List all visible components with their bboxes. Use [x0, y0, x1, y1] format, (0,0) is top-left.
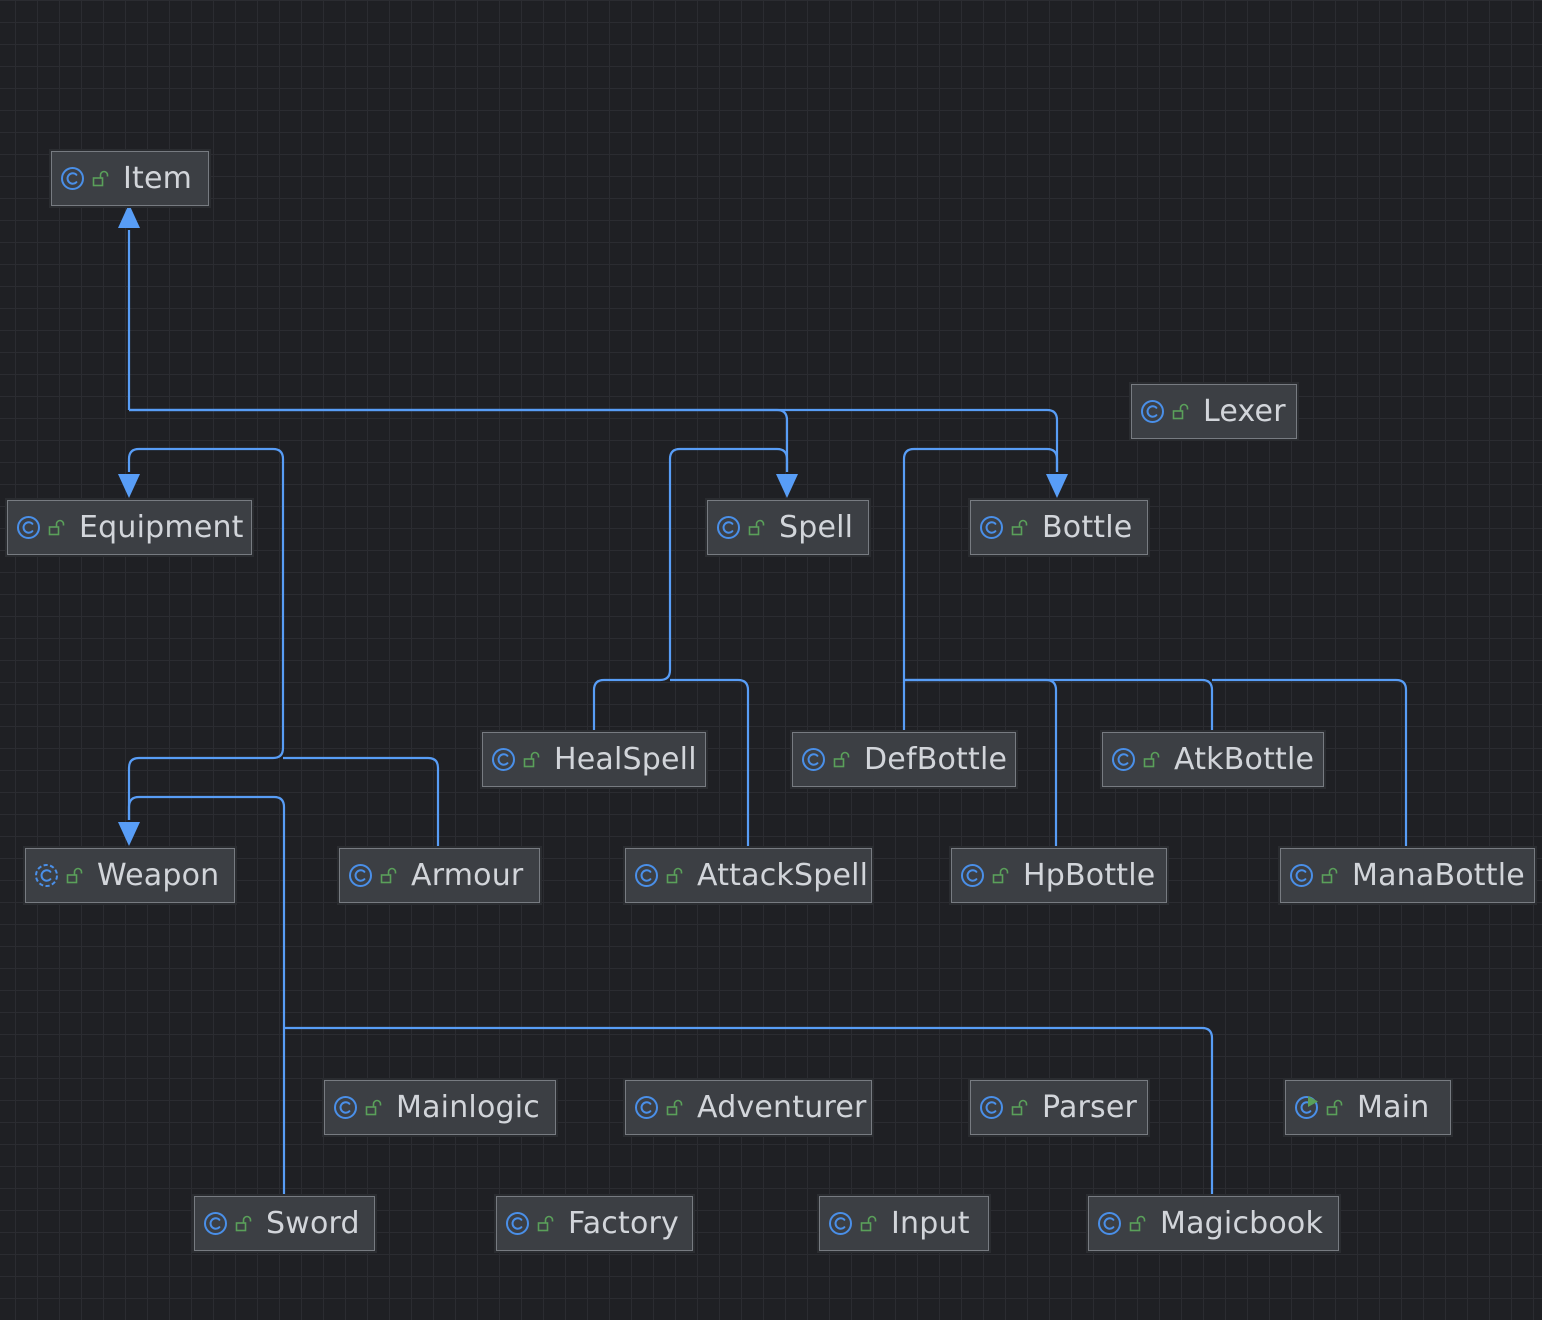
- class-node-weapon[interactable]: Weapon: [25, 848, 235, 903]
- arrowhead-bottle: [1046, 474, 1068, 498]
- class-name-label: ManaBottle: [1352, 857, 1525, 893]
- edge-healspell-extends-spell: [592, 447, 789, 732]
- class-name-label: Spell: [779, 509, 854, 545]
- class-node-atkbottle[interactable]: AtkBottle: [1102, 732, 1324, 787]
- public-visibility-icon: [1321, 867, 1339, 885]
- class-node-input[interactable]: Input: [819, 1196, 989, 1251]
- public-visibility-icon: [1326, 1099, 1344, 1117]
- class-node-spell[interactable]: Spell: [707, 500, 869, 555]
- class-icon: [60, 166, 85, 191]
- edge-bottle-extends-item: [129, 408, 1059, 472]
- class-node-armour[interactable]: Armour: [339, 848, 540, 903]
- class-node-item[interactable]: Item: [51, 151, 209, 206]
- class-node-bottle[interactable]: Bottle: [970, 500, 1148, 555]
- public-visibility-icon: [48, 519, 66, 537]
- diagram-canvas[interactable]: Item Lexer Equipment Spell Bottle HealSpell De…: [0, 0, 1542, 1320]
- class-name-label: Main: [1357, 1089, 1430, 1125]
- class-node-factory[interactable]: Factory: [496, 1196, 693, 1251]
- class-icon: [333, 1095, 358, 1120]
- public-visibility-icon: [748, 519, 766, 537]
- class-node-magicbook[interactable]: Magicbook: [1088, 1196, 1339, 1251]
- class-icon: [1140, 399, 1165, 424]
- public-visibility-icon: [666, 1099, 684, 1117]
- class-icon: [505, 1211, 530, 1236]
- public-visibility-icon: [833, 751, 851, 769]
- public-visibility-icon: [1172, 403, 1190, 421]
- public-visibility-icon: [1011, 1099, 1029, 1117]
- arrowhead-item: [118, 204, 140, 228]
- class-icon: [348, 863, 373, 888]
- class-node-equipment[interactable]: Equipment: [7, 500, 252, 555]
- class-icon: [828, 1211, 853, 1236]
- class-icon: [960, 863, 985, 888]
- class-name-label: Magicbook: [1160, 1205, 1324, 1241]
- edge-defbottle-extends-bottle: [902, 447, 1059, 732]
- class-name-label: Parser: [1042, 1089, 1138, 1125]
- class-name-label: Lexer: [1203, 393, 1286, 429]
- class-node-attackspell[interactable]: AttackSpell: [625, 848, 872, 903]
- class-node-sword[interactable]: Sword: [194, 1196, 375, 1251]
- public-visibility-icon: [1011, 519, 1029, 537]
- class-name-label: Factory: [568, 1205, 679, 1241]
- public-visibility-icon: [92, 170, 110, 188]
- class-icon: [1111, 747, 1136, 772]
- class-name-label: Input: [891, 1205, 970, 1241]
- class-icon: [1289, 863, 1314, 888]
- public-visibility-icon: [66, 867, 84, 885]
- abstract-class-icon: [34, 863, 59, 888]
- public-visibility-icon: [380, 867, 398, 885]
- public-visibility-icon: [860, 1215, 878, 1233]
- class-name-label: Armour: [411, 857, 524, 893]
- class-icon: [716, 515, 741, 540]
- class-icon: [491, 747, 516, 772]
- class-name-label: Item: [123, 160, 193, 196]
- class-node-mainlogic[interactable]: Mainlogic: [324, 1080, 556, 1135]
- arrowhead-equipment: [118, 474, 140, 498]
- class-name-label: AttackSpell: [697, 857, 869, 893]
- class-name-label: Mainlogic: [396, 1089, 540, 1125]
- class-node-parser[interactable]: Parser: [970, 1080, 1148, 1135]
- class-name-label: HpBottle: [1023, 857, 1156, 893]
- class-icon: [16, 515, 41, 540]
- class-icon: [979, 515, 1004, 540]
- class-name-label: HealSpell: [554, 741, 697, 777]
- arrowhead-weapon: [118, 822, 140, 846]
- class-icon: [979, 1095, 1004, 1120]
- public-visibility-icon: [235, 1215, 253, 1233]
- class-node-adventurer[interactable]: Adventurer: [625, 1080, 872, 1135]
- class-name-label: Bottle: [1042, 509, 1133, 545]
- public-visibility-icon: [1129, 1215, 1147, 1233]
- class-node-lexer[interactable]: Lexer: [1131, 384, 1297, 439]
- class-icon: [634, 1095, 659, 1120]
- runnable-class-icon: [1294, 1095, 1319, 1120]
- class-name-label: Sword: [266, 1205, 360, 1241]
- class-icon: [1097, 1211, 1122, 1236]
- class-name-label: Adventurer: [697, 1089, 867, 1125]
- public-visibility-icon: [1143, 751, 1161, 769]
- class-icon: [203, 1211, 228, 1236]
- public-visibility-icon: [537, 1215, 555, 1233]
- class-node-manabottle[interactable]: ManaBottle: [1280, 848, 1535, 903]
- class-node-healspell[interactable]: HealSpell: [482, 732, 706, 787]
- public-visibility-icon: [992, 867, 1010, 885]
- class-name-label: DefBottle: [864, 741, 1008, 777]
- class-name-label: Weapon: [97, 857, 220, 893]
- class-name-label: AtkBottle: [1174, 741, 1315, 777]
- public-visibility-icon: [523, 751, 541, 769]
- edge-spell-extends-item: [129, 408, 789, 472]
- edge-armour-extends-equipment: [283, 756, 440, 848]
- edge-atkbottle-extends-bottle: [904, 678, 1214, 732]
- class-name-label: Equipment: [79, 509, 244, 545]
- arrowhead-spell: [776, 474, 798, 498]
- public-visibility-icon: [365, 1099, 383, 1117]
- class-icon: [801, 747, 826, 772]
- class-icon: [634, 863, 659, 888]
- class-node-main[interactable]: Main: [1285, 1080, 1451, 1135]
- public-visibility-icon: [666, 867, 684, 885]
- class-node-defbottle[interactable]: DefBottle: [792, 732, 1016, 787]
- class-node-hpbottle[interactable]: HpBottle: [951, 848, 1167, 903]
